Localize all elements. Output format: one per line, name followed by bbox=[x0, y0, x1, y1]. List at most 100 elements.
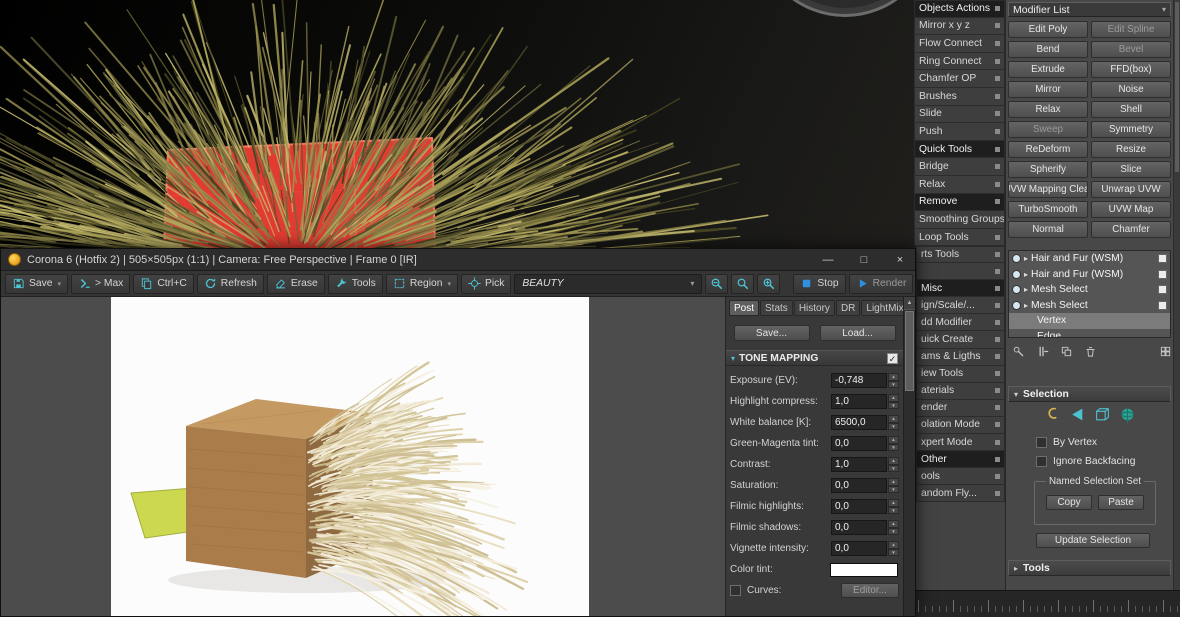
menu-item-objects-actions[interactable]: Objects Actions bbox=[914, 0, 1005, 18]
spinner[interactable]: ▲▼ bbox=[888, 394, 899, 409]
make-unique-icon[interactable] bbox=[1060, 345, 1074, 359]
modifier-button-uvw-mapping-clear[interactable]: UVW Mapping Clear bbox=[1008, 181, 1088, 198]
param-value-input[interactable]: 0,0 bbox=[831, 436, 887, 451]
maximize-button[interactable]: □ bbox=[849, 249, 879, 270]
scrollbar-thumb[interactable] bbox=[1175, 2, 1179, 172]
stop-button[interactable]: Stop bbox=[793, 274, 845, 294]
menu-item-misc[interactable]: Misc bbox=[916, 280, 1005, 297]
spinner-down-icon[interactable]: ▼ bbox=[888, 507, 899, 515]
tab-lightmix[interactable]: LightMix bbox=[861, 300, 903, 316]
menu-item-slide[interactable]: Slide bbox=[914, 106, 1005, 124]
configure-modifier-sets-icon[interactable] bbox=[1159, 345, 1173, 359]
command-panel-scrollbar[interactable] bbox=[1173, 0, 1180, 590]
modifier-button-mirror[interactable]: Mirror bbox=[1008, 81, 1088, 98]
stack-row-mesh-select[interactable]: ▸Mesh Select bbox=[1009, 298, 1170, 314]
menu-item-push[interactable]: Push bbox=[914, 123, 1005, 141]
spinner[interactable]: ▲▼ bbox=[888, 541, 899, 556]
modifier-button-turbosmooth[interactable]: TurboSmooth bbox=[1008, 201, 1088, 218]
render-element-dropdown[interactable]: BEAUTY ▾ bbox=[514, 274, 702, 294]
menu-item-xpert-mode[interactable]: xpert Mode bbox=[916, 434, 1005, 451]
expand-arrow-icon[interactable]: ▸ bbox=[1024, 254, 1028, 263]
track-bar[interactable] bbox=[916, 590, 1180, 617]
menu-item-olation-mode[interactable]: olation Mode bbox=[916, 417, 1005, 434]
modifier-list-dropdown[interactable]: Modifier List ▾ bbox=[1008, 2, 1171, 17]
face-icon[interactable] bbox=[1069, 406, 1086, 423]
expand-arrow-icon[interactable]: ▸ bbox=[1024, 301, 1028, 310]
curves-editor-button[interactable]: Editor... bbox=[841, 583, 899, 598]
paste-button[interactable]: Paste bbox=[1098, 495, 1144, 510]
spinner-down-icon[interactable]: ▼ bbox=[888, 486, 899, 494]
scrollbar-thumb[interactable] bbox=[905, 311, 914, 391]
menu-item-ools[interactable]: ools bbox=[916, 468, 1005, 485]
lightbulb-icon[interactable] bbox=[1012, 270, 1021, 279]
zoom-in-button[interactable] bbox=[757, 274, 780, 294]
spinner-down-icon[interactable]: ▼ bbox=[888, 465, 899, 473]
spinner[interactable]: ▲▼ bbox=[888, 373, 899, 388]
spinner-up-icon[interactable]: ▲ bbox=[888, 436, 899, 444]
spinner-up-icon[interactable]: ▲ bbox=[888, 394, 899, 402]
stack-row-hair-and-fur-wsm[interactable]: ▸Hair and Fur (WSM) bbox=[1009, 251, 1170, 267]
spinner-up-icon[interactable]: ▲ bbox=[888, 373, 899, 381]
stack-row-edge[interactable]: Edge bbox=[1009, 329, 1170, 339]
modifier-button-uvw-map[interactable]: UVW Map bbox=[1091, 201, 1171, 218]
ignore-backfacing-option[interactable]: Ignore Backfacing bbox=[1036, 456, 1135, 467]
render-viewport[interactable] bbox=[1, 297, 725, 616]
modifier-button-sweep[interactable]: Sweep bbox=[1008, 121, 1088, 138]
spinner[interactable]: ▲▼ bbox=[888, 520, 899, 535]
menu-item-aterials[interactable]: aterials bbox=[916, 383, 1005, 400]
spinner-down-icon[interactable]: ▼ bbox=[888, 444, 899, 452]
spinner-down-icon[interactable]: ▼ bbox=[888, 528, 899, 536]
by-vertex-checkbox[interactable] bbox=[1036, 437, 1047, 448]
pin-stack-icon[interactable] bbox=[1012, 345, 1026, 359]
load-config-button[interactable]: Load... bbox=[820, 325, 896, 341]
window-titlebar[interactable]: Corona 6 (Hotfix 2) | 505×505px (1:1) | … bbox=[1, 249, 915, 271]
modifier-button-redeform[interactable]: ReDeform bbox=[1008, 141, 1088, 158]
zoom-out-button[interactable] bbox=[705, 274, 728, 294]
modifier-button-shell[interactable]: Shell bbox=[1091, 101, 1171, 118]
tone-mapping-rollout-header[interactable]: ▾ TONE MAPPING ✓ bbox=[726, 350, 903, 366]
menu-item-remove[interactable]: Remove bbox=[914, 194, 1005, 212]
modifier-button-bevel[interactable]: Bevel bbox=[1091, 41, 1171, 58]
toolbar-button-refresh[interactable]: Refresh bbox=[197, 274, 264, 294]
modifier-button-chamfer[interactable]: Chamfer bbox=[1091, 221, 1171, 238]
spinner-up-icon[interactable]: ▲ bbox=[888, 478, 899, 486]
menu-item-uick-create[interactable]: uick Create bbox=[916, 331, 1005, 348]
spinner-up-icon[interactable]: ▲ bbox=[888, 457, 899, 465]
stack-row-mesh-select[interactable]: ▸Mesh Select bbox=[1009, 282, 1170, 298]
spinner-up-icon[interactable]: ▲ bbox=[888, 541, 899, 549]
curves-checkbox[interactable] bbox=[730, 585, 741, 596]
lightbulb-icon[interactable] bbox=[1012, 254, 1021, 263]
save-config-button[interactable]: Save... bbox=[734, 325, 810, 341]
tab-post[interactable]: Post bbox=[729, 300, 759, 316]
expand-arrow-icon[interactable]: ▸ bbox=[1024, 270, 1028, 279]
modifier-button-ffd-box[interactable]: FFD(box) bbox=[1091, 61, 1171, 78]
ignore-backfacing-checkbox[interactable] bbox=[1036, 456, 1047, 467]
menu-item-item[interactable] bbox=[916, 263, 1005, 280]
tone-mapping-enabled-checkbox[interactable]: ✓ bbox=[887, 353, 898, 364]
param-value-input[interactable]: 0,0 bbox=[831, 541, 887, 556]
modifier-button-edit-poly[interactable]: Edit Poly bbox=[1008, 21, 1088, 38]
zoom-actual-button[interactable] bbox=[731, 274, 754, 294]
vertex-icon[interactable] bbox=[1044, 406, 1061, 423]
modifier-button-spherify[interactable]: Spherify bbox=[1008, 161, 1088, 178]
menu-item-other[interactable]: Other bbox=[916, 451, 1005, 468]
viewport[interactable] bbox=[0, 0, 916, 248]
modifier-button-edit-spline[interactable]: Edit Spline bbox=[1091, 21, 1171, 38]
minimize-button[interactable]: — bbox=[813, 249, 843, 270]
stack-row-hair-and-fur-wsm[interactable]: ▸Hair and Fur (WSM) bbox=[1009, 267, 1170, 283]
menu-item-relax[interactable]: Relax bbox=[914, 176, 1005, 194]
selection-rollout-header[interactable]: ▾ Selection bbox=[1008, 386, 1171, 402]
toolbar-button-max[interactable]: > Max bbox=[71, 274, 130, 294]
menu-item-rts-tools[interactable]: rts Tools bbox=[916, 246, 1005, 263]
spinner[interactable]: ▲▼ bbox=[888, 415, 899, 430]
menu-item-ign-scale[interactable]: ign/Scale/... bbox=[916, 297, 1005, 314]
spinner[interactable]: ▲▼ bbox=[888, 436, 899, 451]
tab-dr[interactable]: DR bbox=[836, 300, 860, 316]
param-value-input[interactable]: 0,0 bbox=[831, 499, 887, 514]
modifier-button-normal[interactable]: Normal bbox=[1008, 221, 1088, 238]
menu-item-quick-tools[interactable]: Quick Tools bbox=[914, 141, 1005, 159]
element-icon[interactable] bbox=[1119, 406, 1136, 423]
modifier-button-noise[interactable]: Noise bbox=[1091, 81, 1171, 98]
param-value-input[interactable]: 1,0 bbox=[831, 457, 887, 472]
toolbar-button-save[interactable]: Save▾ bbox=[5, 274, 68, 294]
